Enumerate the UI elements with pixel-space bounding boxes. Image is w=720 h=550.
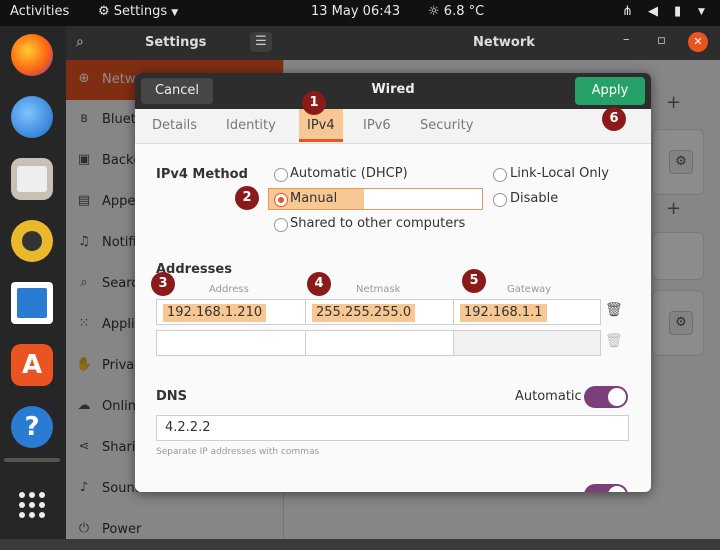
settings-app-menu[interactable]: ⚙ Settings ▼ <box>98 4 178 19</box>
system-menu-chevron-icon[interactable]: ▼ <box>698 7 705 17</box>
tab-ipv6[interactable]: IPv6 <box>363 118 391 133</box>
chevron-down-icon: ▼ <box>171 8 179 18</box>
gear-icon: ⚙ <box>98 4 110 19</box>
tab-security[interactable]: Security <box>420 118 473 133</box>
dns-label: DNS <box>156 389 188 404</box>
clock[interactable]: 13 May 06:43 <box>311 4 400 19</box>
weather-icon: ☼ <box>428 4 440 19</box>
dock: A ? <box>0 26 66 539</box>
gateway-column-header: Gateway <box>507 284 552 295</box>
annotation-badge-3: 3 <box>151 272 175 296</box>
radio-manual[interactable] <box>274 193 288 207</box>
radio-shared[interactable] <box>274 218 288 232</box>
minimize-icon[interactable]: – <box>623 32 630 47</box>
software-center-icon[interactable]: A <box>11 344 53 386</box>
dock-separator <box>4 458 60 462</box>
annotation-badge-1: 1 <box>302 91 326 115</box>
gateway-value: 192.168.1.1 <box>460 304 547 322</box>
settings-headerbar-right: Network – ▫ ✕ <box>283 26 720 60</box>
delete-row-trash-icon[interactable]: 🗑 <box>605 302 623 318</box>
dns-automatic-toggle[interactable] <box>584 386 628 408</box>
weather[interactable]: ☼ 6.8 °C <box>428 4 484 19</box>
apply-button[interactable]: Apply <box>575 77 645 105</box>
annotation-badge-4: 4 <box>307 272 331 296</box>
dns-input[interactable]: 4.2.2.2 <box>156 415 629 441</box>
dialog-tabs: Details Identity IPv4 IPv6 Security <box>135 109 651 144</box>
new-gateway-field[interactable] <box>453 330 601 356</box>
dialog-title: Wired <box>371 82 415 97</box>
radio-link-local-only-label: Link-Local Only <box>510 166 609 181</box>
firefox-icon[interactable] <box>11 34 53 76</box>
hamburger-menu-icon[interactable]: ☰ <box>250 32 272 52</box>
dns-automatic-label: Automatic <box>515 389 582 404</box>
delete-empty-row-trash-icon: 🗑 <box>605 333 623 349</box>
gateway-field[interactable]: 192.168.1.1 <box>453 299 601 325</box>
annotation-badge-2: 2 <box>235 186 259 210</box>
close-icon[interactable]: ✕ <box>688 32 708 52</box>
tab-ipv4[interactable]: IPv4 <box>299 109 343 142</box>
weather-temp: 6.8 °C <box>443 4 485 19</box>
panel-title: Network <box>473 35 535 50</box>
radio-disable-label: Disable <box>510 191 559 206</box>
help-icon[interactable]: ? <box>11 406 53 448</box>
wired-connection-dialog: Cancel Wired Apply Details Identity IPv4… <box>135 73 651 492</box>
app-menu-label: Settings <box>113 4 168 19</box>
annotation-badge-5: 5 <box>462 269 486 293</box>
address-column-header: Address <box>209 284 249 295</box>
maximize-icon[interactable]: ▫ <box>657 33 666 48</box>
settings-headerbar-left: ⌕ Settings ☰ <box>66 26 283 60</box>
ipv4-method-label: IPv4 Method <box>156 167 248 182</box>
new-netmask-field[interactable] <box>305 330 454 356</box>
battery-icon[interactable]: ▮ <box>674 4 681 19</box>
settings-title: Settings <box>145 35 207 50</box>
dns-input-value: 4.2.2.2 <box>165 420 211 435</box>
thunderbird-icon[interactable] <box>11 96 53 138</box>
address-field[interactable]: 192.168.1.210 <box>156 299 306 325</box>
tab-identity[interactable]: Identity <box>226 118 276 133</box>
show-applications-icon[interactable] <box>11 484 53 526</box>
tab-details[interactable]: Details <box>152 118 197 133</box>
annotation-badge-6: 6 <box>602 107 626 131</box>
radio-shared-label: Shared to other computers <box>290 216 466 231</box>
address-value: 192.168.1.210 <box>163 304 267 322</box>
radio-disable[interactable] <box>493 193 507 207</box>
netmask-value: 255.255.255.0 <box>312 304 416 322</box>
files-icon[interactable] <box>11 158 53 200</box>
network-icon[interactable]: ⋔ <box>622 4 633 19</box>
netmask-field[interactable]: 255.255.255.0 <box>305 299 454 325</box>
radio-automatic-dhcp[interactable] <box>274 168 288 182</box>
routes-automatic-toggle[interactable] <box>584 484 628 492</box>
libreoffice-writer-icon[interactable] <box>11 282 53 324</box>
search-icon[interactable]: ⌕ <box>76 34 84 50</box>
radio-automatic-dhcp-label: Automatic (DHCP) <box>290 166 408 181</box>
radio-manual-label: Manual <box>290 191 338 206</box>
dns-hint: Separate IP addresses with commas <box>156 447 320 457</box>
activities-button[interactable]: Activities <box>10 4 69 19</box>
netmask-column-header: Netmask <box>356 284 401 295</box>
dialog-headerbar: Cancel Wired Apply <box>135 73 651 109</box>
radio-link-local-only[interactable] <box>493 168 507 182</box>
new-address-field[interactable] <box>156 330 306 356</box>
volume-icon[interactable]: ◀ <box>648 4 658 19</box>
top-bar: Activities ⚙ Settings ▼ 13 May 06:43 ☼ 6… <box>0 0 720 26</box>
rhythmbox-icon[interactable] <box>11 220 53 262</box>
